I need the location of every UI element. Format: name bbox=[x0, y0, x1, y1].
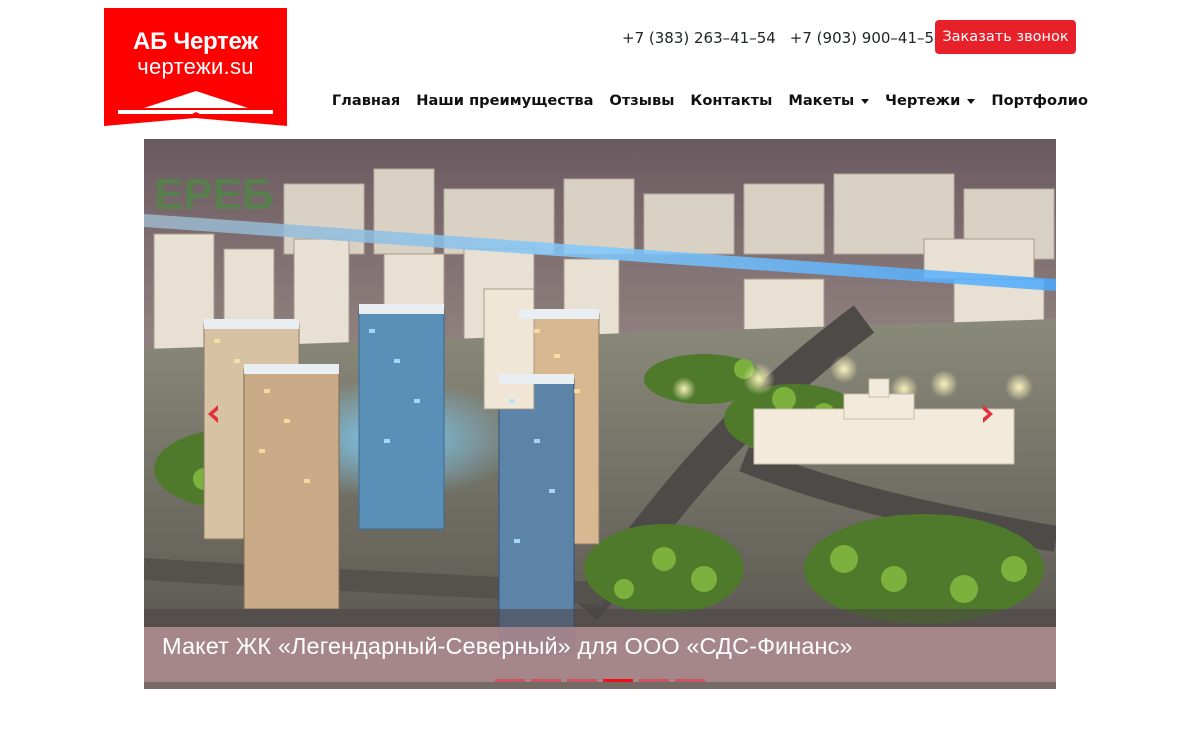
phone-link-2[interactable]: +7 (903) 900–41–54 bbox=[790, 29, 944, 47]
carousel-prev-button[interactable] bbox=[202, 401, 224, 427]
slide-image-city-model: ЕРЕБ bbox=[144, 139, 1056, 689]
caret-down-icon bbox=[967, 98, 976, 104]
nav-item-reviews[interactable]: Отзывы bbox=[601, 89, 682, 111]
svg-text:ЕРЕБ: ЕРЕБ bbox=[154, 170, 274, 219]
nav-item-contacts[interactable]: Контакты bbox=[682, 89, 780, 111]
nav-item-label: Контакты bbox=[690, 91, 773, 109]
order-call-button[interactable]: Заказать звонок bbox=[935, 20, 1076, 54]
nav-item-home[interactable]: Главная bbox=[324, 89, 408, 111]
nav-item-label: Отзывы bbox=[609, 91, 675, 109]
nav-item-label: Портфолио bbox=[991, 91, 1088, 109]
caret-down-icon bbox=[861, 98, 870, 104]
nav-item-models-dropdown[interactable]: Макеты bbox=[780, 89, 877, 111]
carousel-next-button[interactable] bbox=[977, 401, 999, 427]
slide-caption-bar: Макет ЖК «Легендарный-Северный» для ООО … bbox=[144, 627, 1056, 682]
carousel-indicator[interactable] bbox=[567, 679, 597, 682]
carousel-indicator[interactable] bbox=[639, 679, 669, 682]
main-nav: Главная Наши преимущества Отзывы Контакт… bbox=[324, 89, 1088, 111]
slide-caption: Макет ЖК «Легендарный-Северный» для ООО … bbox=[162, 633, 853, 659]
carousel-indicator[interactable] bbox=[495, 679, 525, 682]
chevron-left-icon bbox=[208, 405, 218, 423]
hero-carousel: ЕРЕБ Макет ЖК «Легендарный-Северный» для… bbox=[144, 139, 1056, 689]
nav-item-label: Чертежи bbox=[885, 91, 961, 109]
carousel-indicator[interactable] bbox=[603, 679, 633, 682]
header-phones: +7 (383) 263–41–54 +7 (903) 900–41–54 bbox=[622, 29, 944, 47]
nav-item-label: Макеты bbox=[788, 91, 855, 109]
logo-title: АБ Чертеж bbox=[133, 28, 258, 55]
nav-item-label: Главная bbox=[331, 91, 401, 109]
nav-item-advantages[interactable]: Наши преимущества bbox=[408, 89, 601, 111]
house-roof-icon bbox=[104, 91, 287, 126]
nav-item-portfolio[interactable]: Портфолио bbox=[983, 89, 1088, 111]
site-logo[interactable]: АБ Чертеж чертежи.su bbox=[104, 8, 287, 126]
carousel-indicators bbox=[495, 679, 705, 682]
carousel-indicator[interactable] bbox=[675, 679, 705, 682]
chevron-right-icon bbox=[983, 405, 993, 423]
carousel-indicator[interactable] bbox=[531, 679, 561, 682]
nav-item-label: Наши преимущества bbox=[416, 91, 594, 109]
phone-link-1[interactable]: +7 (383) 263–41–54 bbox=[622, 29, 776, 47]
nav-item-drawings-dropdown[interactable]: Чертежи bbox=[877, 89, 983, 111]
logo-subtitle: чертежи.su bbox=[137, 54, 254, 79]
